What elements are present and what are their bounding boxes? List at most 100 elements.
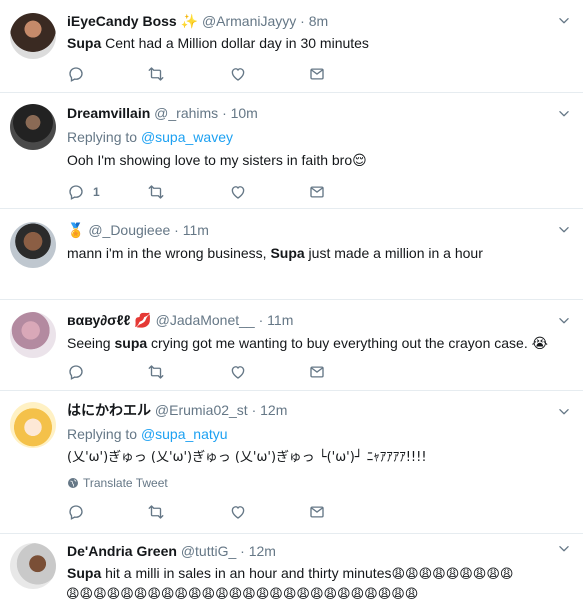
user-handle[interactable]: @ArmaniJayyy — [202, 13, 296, 29]
crying-face-emoji: 😭 — [531, 336, 548, 352]
user-handle[interactable]: @_Dougieee — [88, 222, 170, 238]
replying-user-link[interactable]: @supa_wavey — [141, 129, 233, 145]
replying-user-link[interactable]: @supa_natyu — [141, 426, 228, 442]
avatar[interactable] — [10, 222, 56, 268]
envelope-icon — [308, 183, 326, 201]
display-name[interactable]: iEyeCandy Boss — [67, 13, 177, 29]
avatar[interactable] — [10, 104, 56, 150]
direct-message-button[interactable] — [308, 363, 326, 381]
tweet-actions — [67, 363, 367, 381]
chevron-down-icon[interactable] — [557, 405, 571, 419]
relieved-face-emoji: 😌 — [352, 153, 367, 169]
replying-to: Replying to @supa_wavey — [67, 128, 553, 146]
chevron-down-icon[interactable] — [557, 14, 571, 28]
tweet-text-post: crying got me wanting to buy everything … — [147, 335, 528, 351]
avatar[interactable] — [10, 13, 56, 59]
bold-keyword: Supa — [67, 35, 102, 51]
translate-label: Translate Tweet — [83, 476, 168, 490]
reply-icon — [67, 363, 85, 381]
reply-count: 1 — [93, 185, 100, 199]
heart-icon — [229, 503, 247, 521]
direct-message-button[interactable] — [308, 65, 326, 83]
display-name[interactable]: De'Andria Green — [67, 543, 177, 559]
tweet-actions: 1 — [67, 183, 367, 201]
heart-icon — [229, 183, 247, 201]
avatar[interactable] — [10, 312, 56, 358]
tweet-header: вαву∂σℓℓ 💋 @JadaMonet__ · 11m — [67, 311, 553, 330]
tweet-actions — [67, 65, 367, 83]
avatar[interactable] — [10, 543, 56, 589]
globe-icon — [67, 477, 79, 489]
tweet-text: Seeing supa crying got me wanting to buy… — [67, 333, 553, 354]
tweet-4[interactable]: вαву∂σℓℓ 💋 @JadaMonet__ · 11m Seeing sup… — [0, 300, 583, 391]
translate-tweet-link[interactable]: Translate Tweet — [67, 476, 553, 490]
display-name[interactable]: Dreamvillain — [67, 105, 150, 121]
tweet-text-pre: Seeing — [67, 335, 115, 351]
display-name[interactable]: はにかわエル — [67, 402, 151, 418]
tweet-text: mann i'm in the wrong business, Supa jus… — [67, 243, 553, 263]
retweet-icon — [147, 183, 165, 201]
reply-icon — [67, 503, 85, 521]
tweet-text: Ooh I'm showing love to my sisters in fa… — [67, 150, 553, 171]
retweet-button[interactable] — [147, 503, 165, 521]
tweet-text-rest: hit a milli in sales in an hour and thir… — [101, 565, 392, 581]
timestamp[interactable]: · 8m — [300, 13, 328, 29]
tweet-text-post: just made a million in a hour — [304, 245, 483, 261]
chevron-down-icon[interactable] — [557, 107, 571, 121]
chevron-down-icon[interactable] — [557, 314, 571, 328]
bold-keyword: Supa — [67, 565, 102, 581]
like-button[interactable] — [229, 503, 247, 521]
weary-face-emoji-row: 😩😩😩😩😩😩😩😩😩 — [391, 567, 514, 582]
retweet-button[interactable] — [147, 363, 165, 381]
user-handle[interactable]: @Erumia02_st — [155, 402, 248, 418]
avatar[interactable] — [10, 402, 56, 448]
user-handle[interactable]: @tuttiG_ — [181, 543, 236, 559]
timestamp[interactable]: · 11m — [259, 312, 294, 328]
timestamp[interactable]: · 10m — [222, 105, 258, 121]
reply-button[interactable]: 1 — [67, 183, 100, 201]
reply-button[interactable] — [67, 65, 85, 83]
direct-message-button[interactable] — [308, 503, 326, 521]
chevron-down-icon[interactable] — [557, 542, 571, 556]
tweet-text-rest: Cent had a Million dollar day in 30 minu… — [101, 35, 369, 51]
chevron-down-icon[interactable] — [557, 223, 571, 237]
user-handle[interactable]: @JadaMonet__ — [156, 312, 255, 328]
reply-icon — [67, 183, 85, 201]
envelope-icon — [308, 65, 326, 83]
retweet-button[interactable] — [147, 65, 165, 83]
tweet-text-content: Ooh I'm showing love to my sisters in fa… — [67, 152, 353, 168]
retweet-icon — [147, 65, 165, 83]
heart-icon — [229, 65, 247, 83]
tweet-text: Supa hit a milli in sales in an hour and… — [67, 563, 573, 585]
reply-button[interactable] — [67, 503, 85, 521]
tweet-text: Supa Cent had a Million dollar day in 30… — [67, 33, 553, 53]
tweet-1[interactable]: iEyeCandy Boss ✨ @ArmaniJayyy · 8m Supa … — [0, 0, 583, 93]
timestamp[interactable]: · 11m — [174, 222, 209, 238]
retweet-button[interactable] — [147, 183, 165, 201]
like-button[interactable] — [229, 363, 247, 381]
tweet-header: Dreamvillain @_rahims · 10m — [67, 104, 553, 122]
tweet-header: 🏅 @_Dougieee · 11m — [67, 221, 553, 240]
replying-label: Replying to — [67, 129, 141, 145]
envelope-icon — [308, 503, 326, 521]
tweet-5[interactable]: はにかわエル @Erumia02_st · 12m Replying to @s… — [0, 391, 583, 534]
reply-button[interactable] — [67, 363, 85, 381]
like-button[interactable] — [229, 183, 247, 201]
tweet-6[interactable]: De'Andria Green @tuttiG_ · 12m Supa hit … — [0, 534, 583, 606]
timestamp[interactable]: · 12m — [252, 402, 288, 418]
medal-icon: 🏅 — [67, 223, 85, 239]
bold-keyword: supa — [114, 335, 148, 351]
like-button[interactable] — [229, 65, 247, 83]
replying-label: Replying to — [67, 426, 141, 442]
tweet-2[interactable]: Dreamvillain @_rahims · 10m Replying to … — [0, 93, 583, 209]
bold-keyword: Supa — [270, 245, 305, 261]
tweet-header: De'Andria Green @tuttiG_ · 12m — [67, 542, 573, 560]
tweet-header: はにかわエル @Erumia02_st · 12m — [67, 401, 553, 419]
tweet-3[interactable]: 🏅 @_Dougieee · 11m mann i'm in the wrong… — [0, 209, 583, 300]
display-name[interactable]: вαву∂σℓℓ — [67, 312, 130, 328]
direct-message-button[interactable] — [308, 183, 326, 201]
sparkles-icon: ✨ — [180, 13, 199, 29]
retweet-icon — [147, 503, 165, 521]
timestamp[interactable]: · 12m — [240, 543, 276, 559]
user-handle[interactable]: @_rahims — [154, 105, 218, 121]
